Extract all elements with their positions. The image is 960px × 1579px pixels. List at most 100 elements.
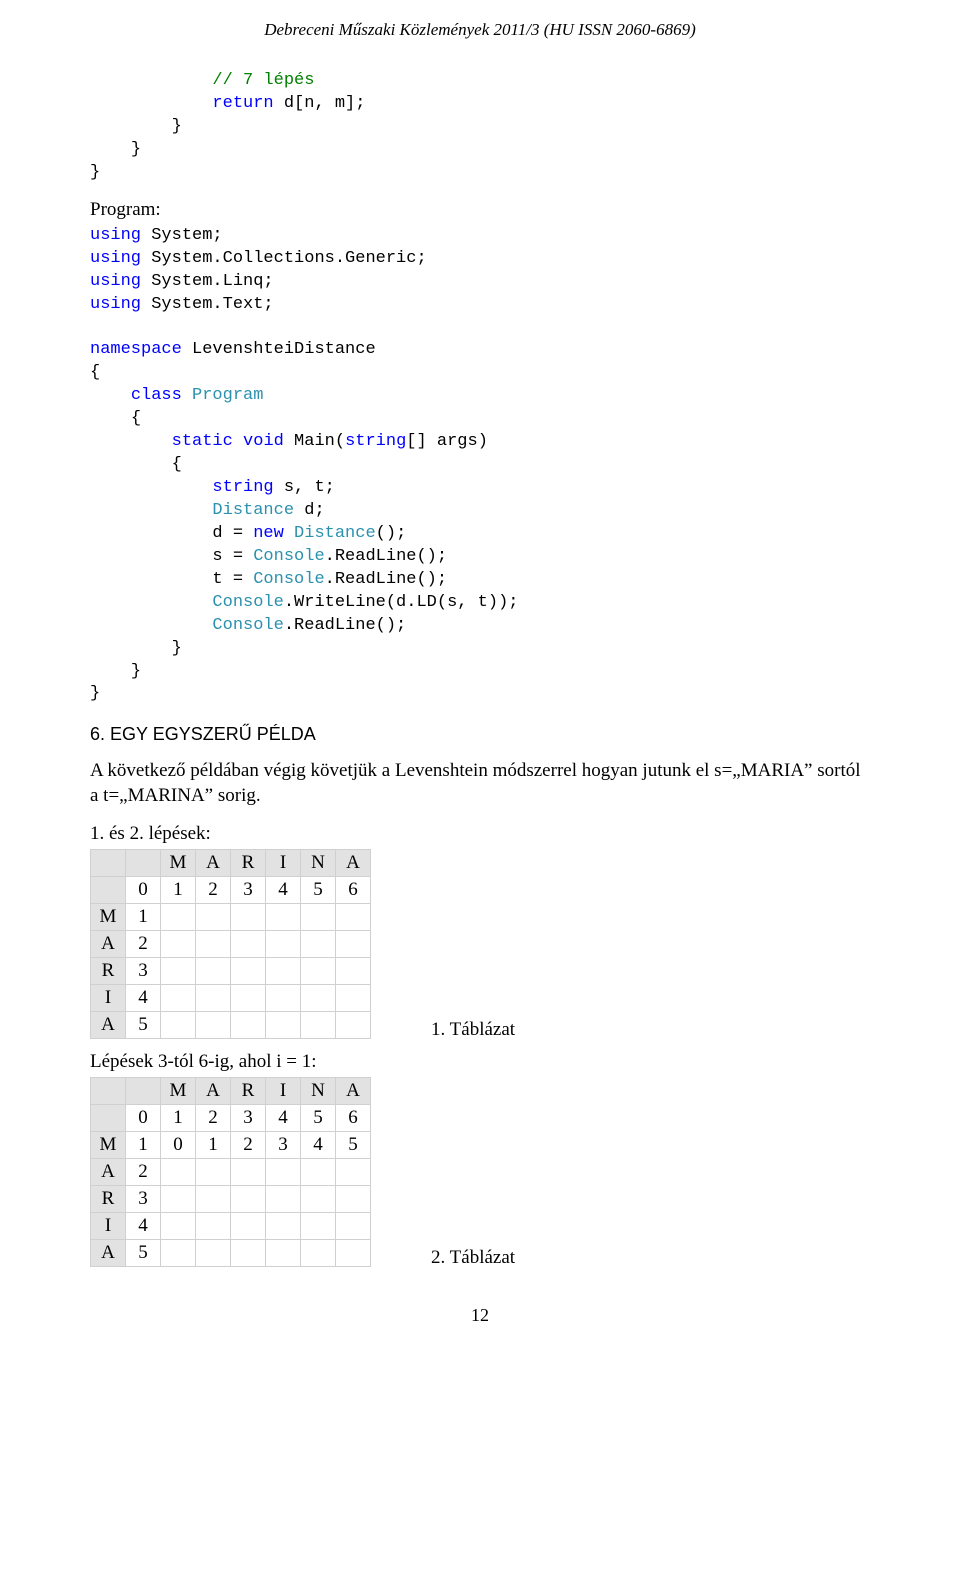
cell: 4 (266, 876, 301, 903)
kw-return: return (212, 94, 273, 113)
kw-using: using (90, 226, 141, 245)
row-header: M (91, 1131, 126, 1158)
cell: 5 (301, 876, 336, 903)
kw-class: class (131, 386, 182, 405)
dp-table-1: M A R I N A 0 1 2 3 4 5 6 M1 (90, 849, 371, 1039)
cell: 2 (231, 1131, 266, 1158)
row-header: A (91, 930, 126, 957)
code-block-2: using System; using System.Collections.G… (90, 225, 870, 707)
brace: } (172, 639, 182, 658)
journal-header: Debreceni Műszaki Közlemények 2011/3 (HU… (90, 20, 870, 40)
code-text: .ReadLine(); (325, 547, 447, 566)
code-text: System.Linq; (141, 272, 274, 291)
cell: 6 (336, 876, 371, 903)
kw-namespace: namespace (90, 340, 182, 359)
code-text: System.Text; (141, 295, 274, 314)
code-text: (); (376, 524, 407, 543)
code-text: .ReadLine(); (284, 616, 406, 635)
brace: { (90, 363, 100, 382)
cell: 0 (161, 1131, 196, 1158)
row-header: R (91, 1185, 126, 1212)
body-paragraph: A következő példában végig követjük a Le… (90, 759, 870, 808)
code-text: [] args) (406, 432, 488, 451)
page: Debreceni Műszaki Közlemények 2011/3 (HU… (0, 0, 960, 1366)
cell: 1 (196, 1131, 231, 1158)
col-header: A (196, 1077, 231, 1104)
cell: 2 (126, 1158, 161, 1185)
col-header: M (161, 1077, 196, 1104)
cell: 3 (231, 1104, 266, 1131)
code-block-1: // 7 lépés return d[n, m]; } } } (90, 70, 870, 185)
kw-string: string (212, 478, 273, 497)
row-header: I (91, 1212, 126, 1239)
col-header: A (336, 849, 371, 876)
kw-static: static (172, 432, 233, 451)
code-text: d; (294, 501, 325, 520)
brace: { (131, 409, 141, 428)
kw-using: using (90, 249, 141, 268)
col-header: R (231, 1077, 266, 1104)
col-header: M (161, 849, 196, 876)
cell: 1 (126, 903, 161, 930)
code-text: .ReadLine(); (325, 570, 447, 589)
type-console: Console (212, 593, 283, 612)
table-caption-1: 1. Táblázat (431, 1019, 515, 1041)
cell: 5 (336, 1131, 371, 1158)
program-label: Program: (90, 199, 870, 221)
section-heading: 6. EGY EGYSZERŰ PÉLDA (90, 724, 870, 745)
kw-using: using (90, 272, 141, 291)
col-header: N (301, 1077, 336, 1104)
cell: 2 (126, 930, 161, 957)
brace: } (131, 140, 141, 159)
row-header: I (91, 984, 126, 1011)
type-console: Console (212, 616, 283, 635)
cell: 2 (196, 876, 231, 903)
col-header: I (266, 1077, 301, 1104)
cell: 5 (301, 1104, 336, 1131)
cell: 5 (126, 1239, 161, 1266)
row-header: M (91, 903, 126, 930)
brace: } (90, 684, 100, 703)
col-header: A (336, 1077, 371, 1104)
type-console: Console (253, 570, 324, 589)
code-text: d[n, m]; (274, 94, 366, 113)
steps-label-1: 1. és 2. lépések: (90, 823, 870, 845)
code-text: s, t; (274, 478, 335, 497)
row-header: A (91, 1011, 126, 1038)
cell: 4 (126, 984, 161, 1011)
kw-void: void (243, 432, 284, 451)
cell: 4 (266, 1104, 301, 1131)
brace: } (131, 662, 141, 681)
kw-using: using (90, 295, 141, 314)
code-text: .WriteLine(d.LD(s, t)); (284, 593, 519, 612)
table-caption-2: 2. Táblázat (431, 1247, 515, 1269)
cell: 5 (126, 1011, 161, 1038)
col-header: A (196, 849, 231, 876)
row-header: A (91, 1239, 126, 1266)
cell: 4 (301, 1131, 336, 1158)
code-text: t = (90, 570, 253, 589)
cell: 3 (231, 876, 266, 903)
type-distance: Distance (212, 501, 294, 520)
dp-table-2: M A R I N A 0 1 2 3 4 5 6 (90, 1077, 371, 1267)
type-console: Console (253, 547, 324, 566)
col-header: N (301, 849, 336, 876)
cell: 3 (126, 1185, 161, 1212)
code-text: d = (90, 524, 253, 543)
brace: } (90, 163, 100, 182)
code-text: s = (90, 547, 253, 566)
cell: 1 (161, 1104, 196, 1131)
cell: 4 (126, 1212, 161, 1239)
cell: 2 (196, 1104, 231, 1131)
row-header: R (91, 957, 126, 984)
brace: { (172, 455, 182, 474)
cell: 3 (126, 957, 161, 984)
comment: // 7 lépés (212, 71, 314, 90)
kw-new: new (253, 524, 284, 543)
steps-label-2: Lépések 3-tól 6-ig, ahol i = 1: (90, 1051, 870, 1073)
code-text: LevenshteiDistance (182, 340, 376, 359)
cell: 3 (266, 1131, 301, 1158)
type-distance: Distance (294, 524, 376, 543)
kw-string: string (345, 432, 406, 451)
cell: 0 (126, 876, 161, 903)
